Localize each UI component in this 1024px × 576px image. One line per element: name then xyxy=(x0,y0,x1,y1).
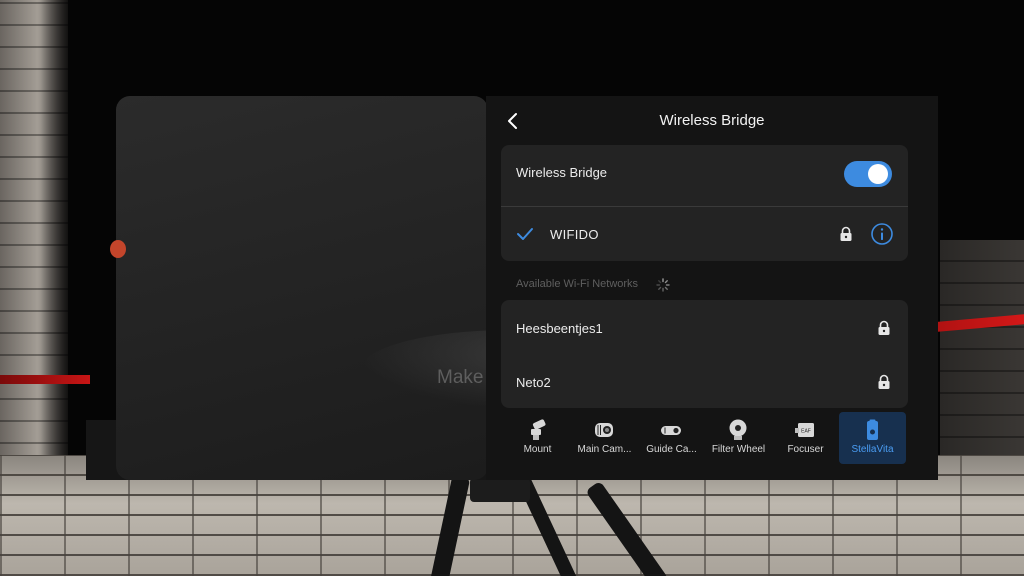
tab-stellavita[interactable]: StellaVita xyxy=(839,412,906,464)
divider xyxy=(501,206,908,207)
available-networks-label: Available Wi-Fi Networks xyxy=(516,278,639,290)
panel-header: Wireless Bridge xyxy=(486,96,938,144)
network-name: Heesbeentjes1 xyxy=(516,321,603,336)
svg-text:EAF: EAF xyxy=(801,429,811,435)
tab-focuser[interactable]: EAF Focuser xyxy=(772,412,839,464)
red-strip-left xyxy=(0,375,90,384)
left-panel xyxy=(116,96,488,480)
network-name: Neto2 xyxy=(516,375,551,390)
brick-wall-right xyxy=(940,240,1024,460)
connected-network-name[interactable]: WIFIDO xyxy=(550,227,599,242)
check-icon xyxy=(517,228,533,240)
toggle-knob xyxy=(868,164,888,184)
tab-label: Guide Ca... xyxy=(646,444,697,455)
device-tab-bar: Mount Main Cam... Guide Ca... Filter Whe… xyxy=(501,412,908,464)
tab-label: Filter Wheel xyxy=(711,444,766,455)
network-item[interactable]: Heesbeentjes1 xyxy=(501,302,908,354)
hint-text: Make xyxy=(437,367,484,388)
tab-label: Main Cam... xyxy=(577,444,632,455)
tab-filter-wheel[interactable]: Filter Wheel xyxy=(705,412,772,464)
mount-icon xyxy=(531,419,546,440)
guide-camera-icon xyxy=(661,426,681,435)
lock-icon xyxy=(840,226,852,241)
main-camera-icon xyxy=(595,423,613,437)
tab-label: Focuser xyxy=(787,444,824,455)
info-icon[interactable] xyxy=(870,222,894,246)
wireless-bridge-toggle[interactable] xyxy=(844,161,892,187)
tab-mount[interactable]: Mount xyxy=(504,412,571,464)
loading-spinner-icon xyxy=(656,278,670,292)
tripod-head xyxy=(470,478,530,502)
tab-label: StellaVita xyxy=(851,444,894,455)
bridge-toggle-row: Wireless Bridge xyxy=(501,145,908,203)
bridge-card: Wireless Bridge WIFIDO xyxy=(501,145,908,261)
filter-wheel-icon xyxy=(729,419,747,440)
page-title: Wireless Bridge xyxy=(659,112,765,129)
lock-icon xyxy=(878,374,890,389)
red-indicator-dot xyxy=(110,240,126,258)
tab-label: Mount xyxy=(523,444,552,455)
network-list: Heesbeentjes1 Neto2 xyxy=(501,300,908,408)
focuser-icon: EAF xyxy=(795,423,814,437)
tab-main-camera[interactable]: Main Cam... xyxy=(571,412,638,464)
lock-icon xyxy=(878,320,890,335)
bridge-label: Wireless Bridge xyxy=(516,165,608,180)
stellavita-icon xyxy=(867,419,878,440)
tab-guide-camera[interactable]: Guide Ca... xyxy=(638,412,705,464)
wireless-bridge-panel: Wireless Bridge Wireless Bridge WIFIDO A… xyxy=(486,96,938,480)
network-item[interactable]: Neto2 xyxy=(501,356,908,408)
